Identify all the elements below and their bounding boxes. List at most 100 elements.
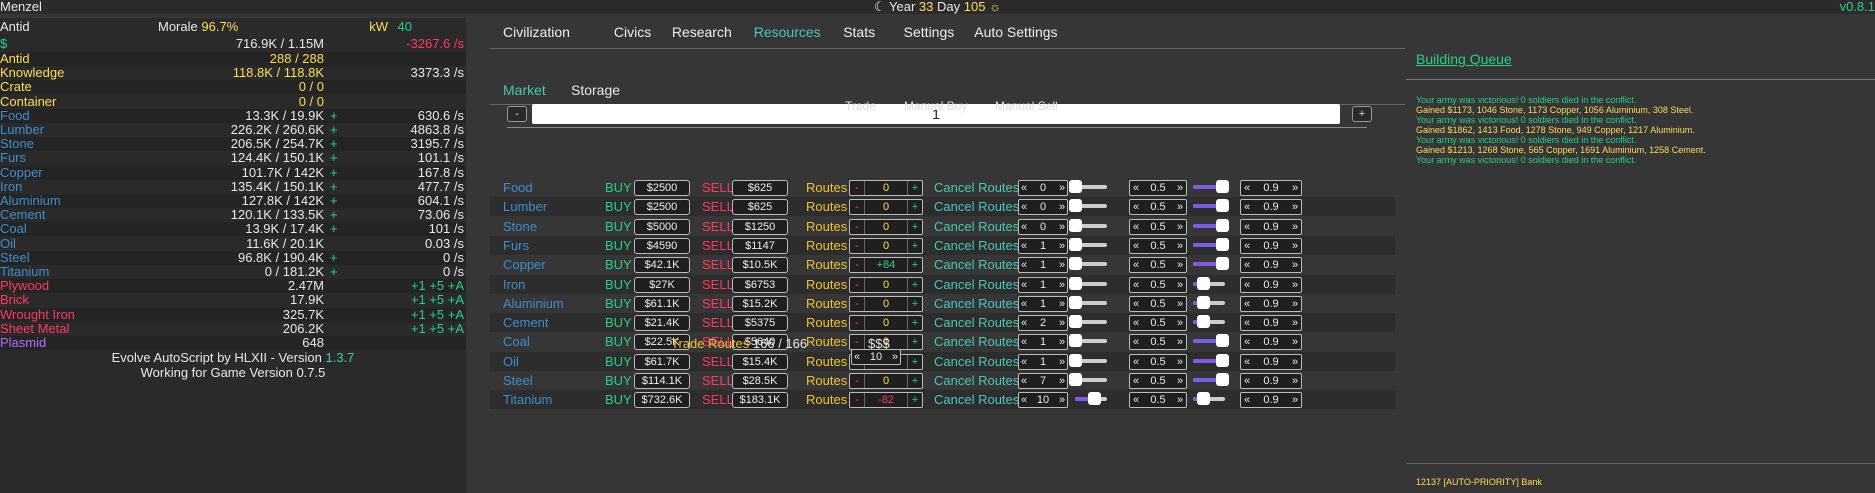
add-route-button[interactable]: + bbox=[907, 296, 922, 311]
trade-slider[interactable] bbox=[1069, 353, 1107, 367]
sell-ratio-down-button[interactable]: « bbox=[1241, 278, 1253, 292]
sell-ratio-up-button[interactable]: » bbox=[1289, 200, 1301, 214]
buy-button[interactable]: $114.1K bbox=[634, 373, 690, 389]
trade-slider[interactable] bbox=[1069, 257, 1107, 271]
buy-ratio-up-button[interactable]: » bbox=[1174, 181, 1186, 195]
sell-ratio-up-button[interactable]: » bbox=[1289, 297, 1301, 311]
tab-stats[interactable]: Stats bbox=[843, 24, 875, 40]
remove-route-button[interactable]: - bbox=[850, 393, 865, 408]
add-route-button[interactable]: + bbox=[907, 393, 922, 408]
trade-up-button[interactable]: » bbox=[1057, 181, 1067, 195]
sell-ratio-down-button[interactable]: « bbox=[1241, 374, 1253, 388]
remove-route-button[interactable]: - bbox=[850, 374, 865, 388]
manual-sell-slider-knob[interactable] bbox=[1215, 180, 1229, 193]
trade-slider-knob[interactable] bbox=[1069, 257, 1082, 271]
buy-button[interactable]: $61.7K bbox=[634, 353, 690, 370]
cancel-routes-link[interactable]: Cancel Routes bbox=[934, 294, 1019, 313]
resource-rate[interactable]: +1 +5 +A bbox=[411, 307, 464, 322]
tab-resources[interactable]: Resources bbox=[754, 24, 821, 40]
trade-slider-knob[interactable] bbox=[1069, 315, 1082, 329]
trade-slider[interactable] bbox=[1069, 295, 1107, 309]
buy-button[interactable]: $27K bbox=[634, 276, 690, 293]
sell-ratio-up-button[interactable]: » bbox=[1289, 239, 1301, 253]
trade-up-button[interactable]: » bbox=[1057, 278, 1067, 292]
trade-slider-knob[interactable] bbox=[1069, 237, 1082, 251]
buy-button[interactable]: $2500 bbox=[634, 180, 690, 196]
manual-sell-slider[interactable] bbox=[1193, 373, 1229, 386]
add-route-button[interactable]: + bbox=[907, 316, 922, 331]
sell-button[interactable]: $6753 bbox=[732, 276, 788, 293]
trade-slider[interactable] bbox=[1075, 392, 1107, 406]
money-trade-up-button[interactable]: » bbox=[890, 350, 900, 364]
manual-sell-slider[interactable] bbox=[1193, 334, 1229, 348]
tab-civilization[interactable]: Civilization bbox=[503, 24, 570, 40]
buy-ratio-down-button[interactable]: « bbox=[1130, 278, 1142, 292]
tab-civics[interactable]: Civics bbox=[614, 24, 651, 40]
manual-sell-slider[interactable] bbox=[1193, 392, 1225, 406]
tab-auto-settings[interactable]: Auto Settings bbox=[974, 24, 1057, 40]
trade-slider-knob[interactable] bbox=[1088, 392, 1102, 406]
trade-up-button[interactable]: » bbox=[1057, 355, 1067, 369]
trade-slider-knob[interactable] bbox=[1069, 295, 1082, 309]
manual-sell-slider[interactable] bbox=[1193, 199, 1229, 213]
trade-up-button[interactable]: » bbox=[1057, 393, 1067, 407]
trade-down-button[interactable]: « bbox=[1019, 278, 1029, 292]
add-route-button[interactable]: + bbox=[907, 335, 922, 350]
trade-slider-knob[interactable] bbox=[1069, 180, 1082, 193]
buy-button[interactable]: $42.1K bbox=[634, 257, 690, 274]
manual-sell-slider-knob[interactable] bbox=[1215, 237, 1229, 251]
cancel-routes-link[interactable]: Cancel Routes bbox=[934, 313, 1019, 332]
trade-slider-knob[interactable] bbox=[1069, 276, 1082, 290]
sell-ratio-up-button[interactable]: » bbox=[1289, 374, 1301, 388]
buy-button[interactable]: $2500 bbox=[634, 199, 690, 216]
sell-ratio-down-button[interactable]: « bbox=[1241, 200, 1253, 214]
buy-ratio-up-button[interactable]: » bbox=[1174, 374, 1186, 388]
trade-up-button[interactable]: » bbox=[1057, 335, 1067, 349]
trade-down-button[interactable]: « bbox=[1019, 200, 1029, 214]
manual-sell-slider-knob[interactable] bbox=[1215, 353, 1229, 367]
trade-down-button[interactable]: « bbox=[1019, 220, 1029, 234]
remove-route-button[interactable]: - bbox=[850, 200, 865, 215]
trade-down-button[interactable]: « bbox=[1019, 258, 1029, 272]
cancel-routes-link[interactable]: Cancel Routes bbox=[934, 197, 1019, 216]
buy-button[interactable]: $21.4K bbox=[634, 315, 690, 332]
buy-ratio-up-button[interactable]: » bbox=[1174, 393, 1186, 407]
sell-ratio-down-button[interactable]: « bbox=[1241, 181, 1253, 195]
buy-ratio-down-button[interactable]: « bbox=[1130, 200, 1142, 214]
resource-rate[interactable]: +1 +5 +A bbox=[411, 293, 464, 307]
manual-sell-slider-knob[interactable] bbox=[1215, 199, 1229, 213]
trade-slider[interactable] bbox=[1069, 315, 1107, 329]
add-route-button[interactable]: + bbox=[907, 374, 922, 388]
tab-research[interactable]: Research bbox=[672, 24, 732, 40]
manual-sell-slider[interactable] bbox=[1193, 315, 1225, 329]
trade-down-button[interactable]: « bbox=[1019, 181, 1029, 195]
manual-sell-slider-knob[interactable] bbox=[1196, 276, 1210, 290]
trade-slider[interactable] bbox=[1069, 199, 1107, 213]
manual-sell-slider[interactable] bbox=[1193, 276, 1225, 290]
sell-ratio-down-button[interactable]: « bbox=[1241, 220, 1253, 234]
add-route-button[interactable]: + bbox=[907, 258, 922, 273]
trade-up-button[interactable]: » bbox=[1057, 200, 1067, 214]
sell-ratio-up-button[interactable]: » bbox=[1289, 316, 1301, 330]
manual-sell-slider[interactable] bbox=[1193, 237, 1229, 251]
building-queue-title[interactable]: Building Queue bbox=[1416, 51, 1512, 67]
sell-button[interactable]: $15.2K bbox=[732, 295, 788, 312]
sell-button[interactable]: $15.4K bbox=[732, 353, 788, 370]
sell-button[interactable]: $5375 bbox=[732, 315, 788, 332]
trade-slider-knob[interactable] bbox=[1069, 334, 1082, 348]
add-route-button[interactable]: + bbox=[907, 200, 922, 215]
manual-sell-slider-knob[interactable] bbox=[1215, 218, 1229, 232]
buy-ratio-up-button[interactable]: » bbox=[1174, 239, 1186, 253]
manual-sell-slider[interactable] bbox=[1193, 218, 1229, 232]
trade-down-button[interactable]: « bbox=[1019, 374, 1029, 388]
trade-slider-knob[interactable] bbox=[1069, 373, 1082, 386]
trade-slider[interactable] bbox=[1069, 276, 1107, 290]
sell-button[interactable]: $1147 bbox=[732, 237, 788, 254]
buy-ratio-up-button[interactable]: » bbox=[1174, 220, 1186, 234]
trade-slider[interactable] bbox=[1069, 180, 1107, 193]
sell-ratio-down-button[interactable]: « bbox=[1241, 297, 1253, 311]
manual-sell-slider-knob[interactable] bbox=[1196, 392, 1210, 406]
trade-down-button[interactable]: « bbox=[1019, 297, 1029, 311]
buy-ratio-up-button[interactable]: » bbox=[1174, 200, 1186, 214]
trade-up-button[interactable]: » bbox=[1057, 220, 1067, 234]
